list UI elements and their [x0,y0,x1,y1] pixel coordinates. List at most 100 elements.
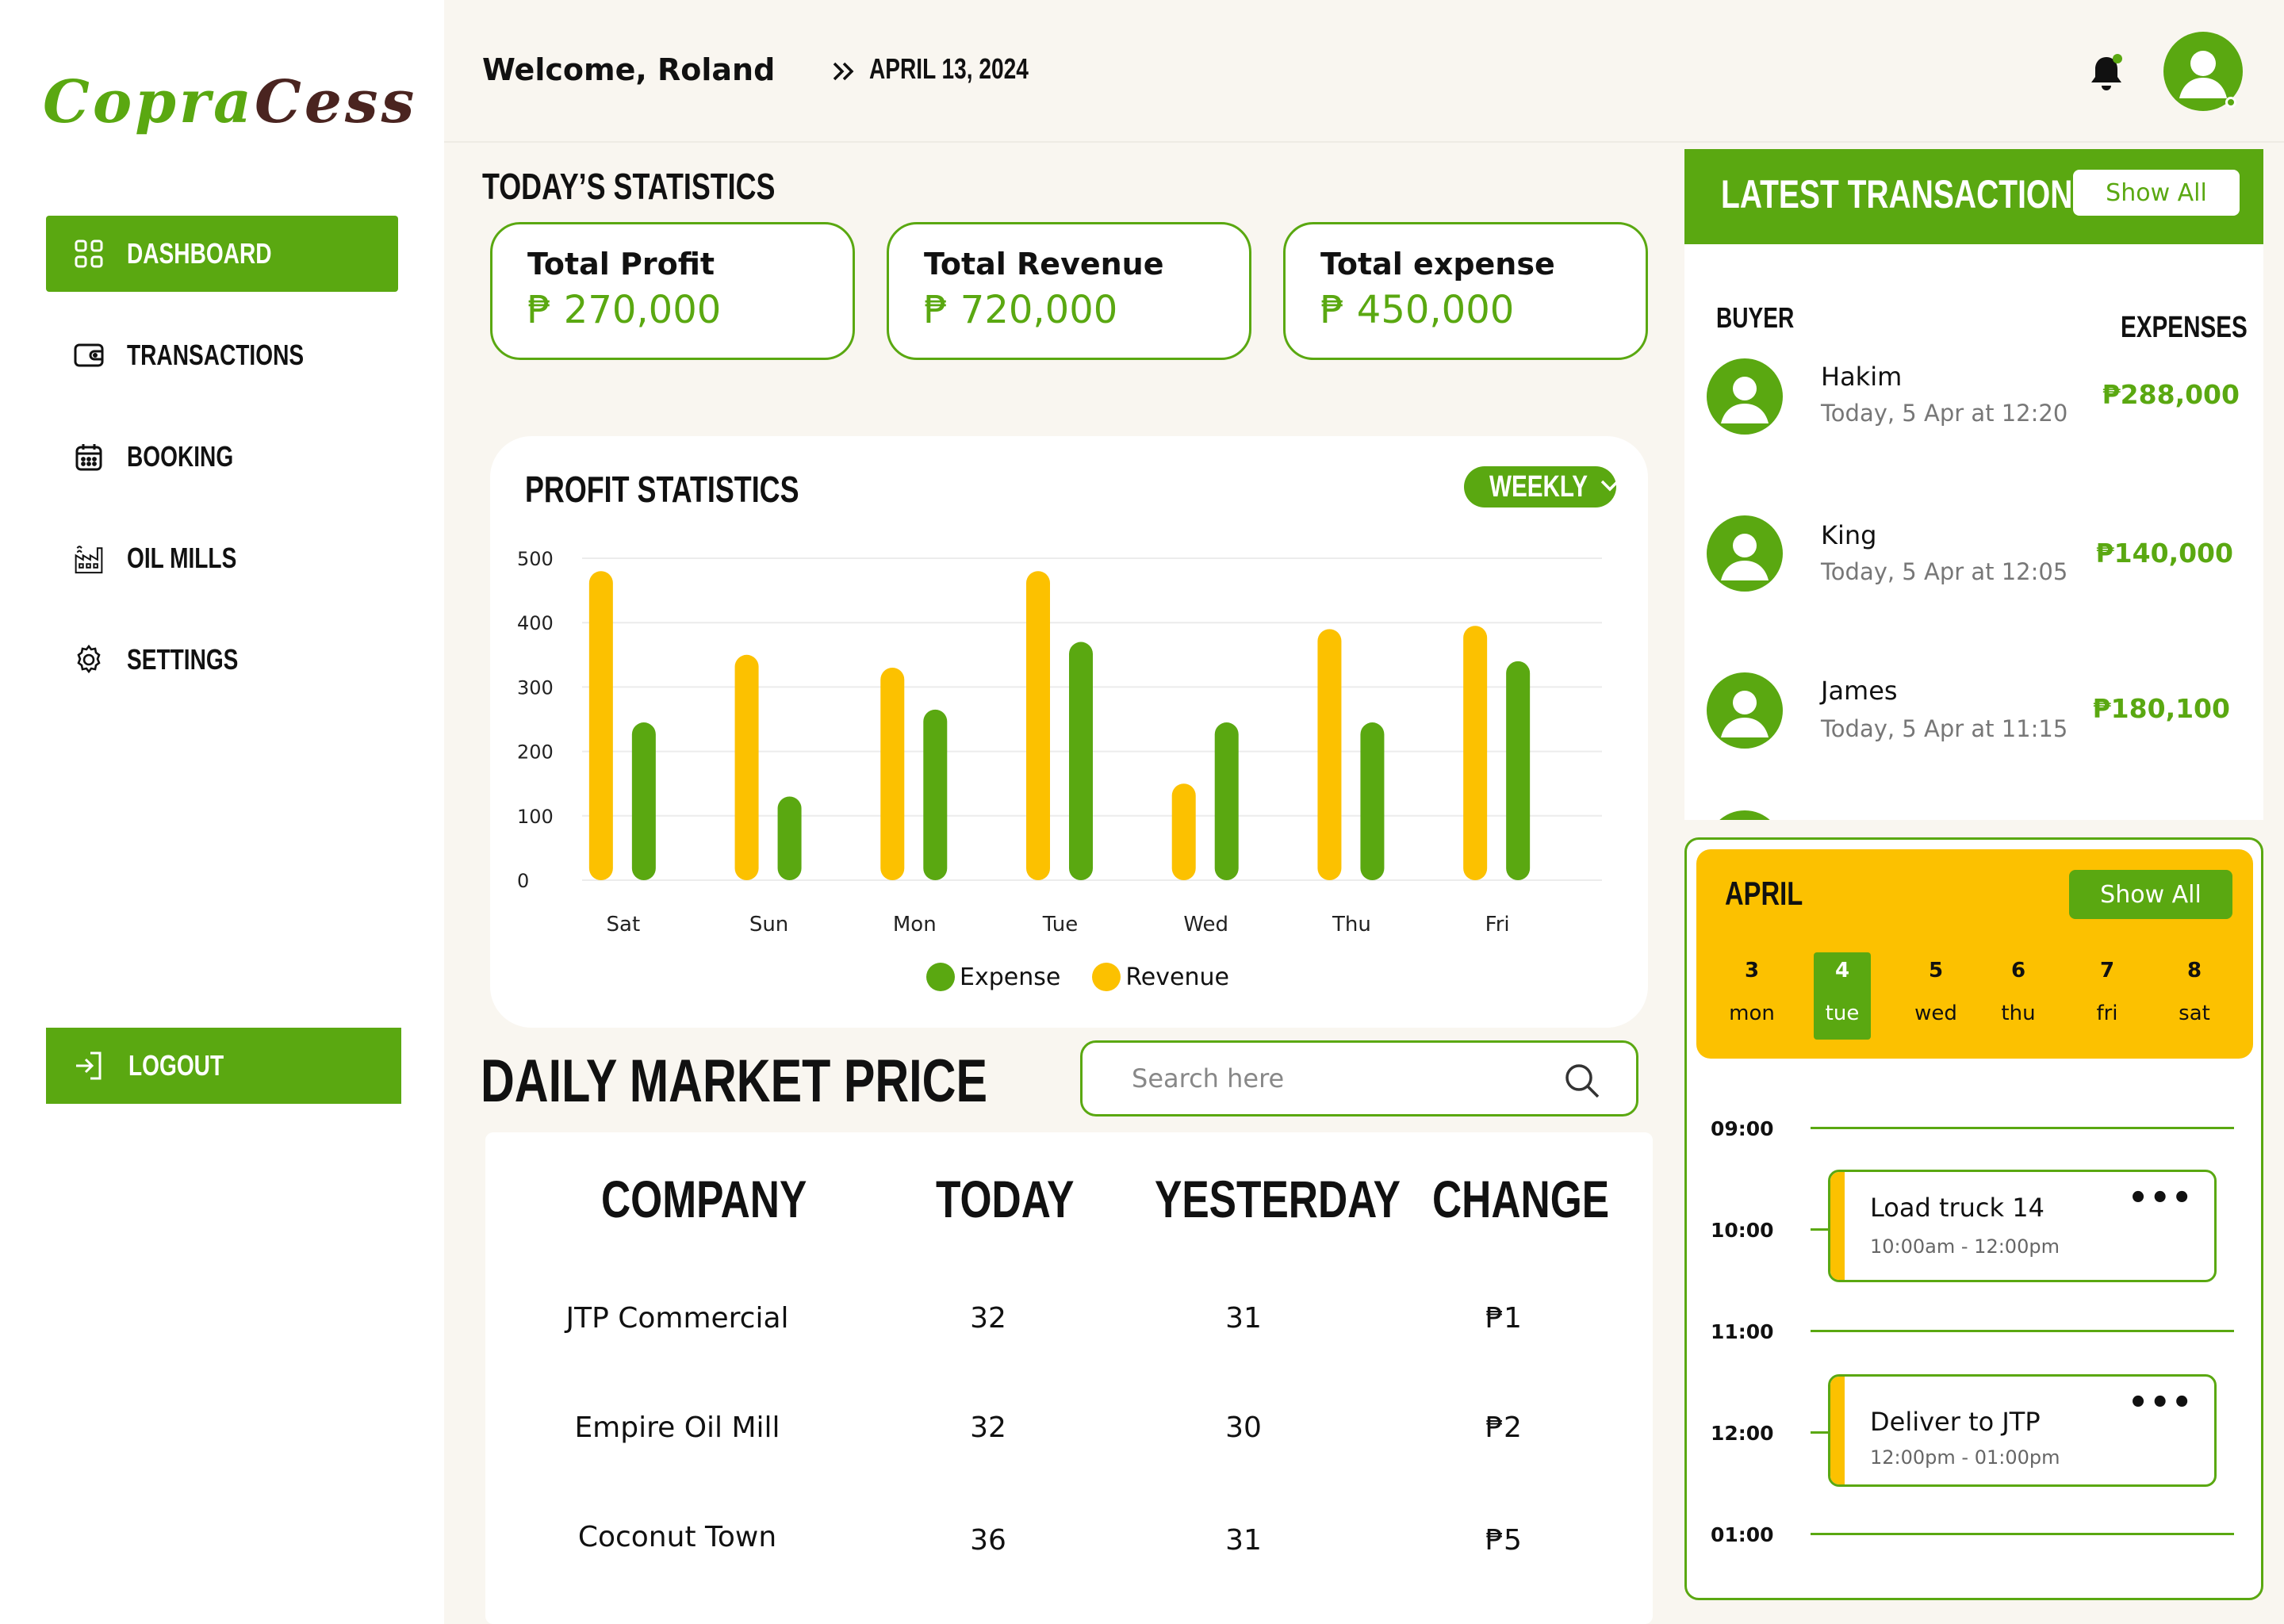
y-tick-label: 300 [517,676,554,699]
cell-change: ₱2 [1485,1411,1522,1444]
calendar-show-all-button[interactable]: Show All [2069,870,2232,919]
transaction-amount: ₱288,000 [2102,379,2240,410]
stat-card-profit: Total Profit ₱ 270,000 [490,222,855,360]
sidebar-item-dashboard[interactable]: DASHBOARD [46,216,398,292]
gear-icon [73,644,105,676]
stat-card-expense: Total expense ₱ 450,000 [1283,222,1648,360]
transaction-time: Today, 5 Apr at 12:05 [1821,558,2068,585]
logout-icon [73,1050,105,1082]
sidebar-item-label: OIL MILLS [127,542,237,574]
buyer-avatar [1707,515,1783,592]
y-tick-label: 0 [517,870,529,892]
cell-today: 36 [970,1524,1006,1557]
bar-chart: 0 100 200 300 400 500 Sat Sun Mon Tue Wed Thu Fri [517,548,1602,936]
y-tick-label: 200 [517,741,554,764]
bar-expense [923,709,948,880]
cell-today: 32 [970,1302,1006,1335]
app-logo[interactable]: CopraCess [43,68,417,136]
timeline-time: 09:00 [1711,1117,1774,1140]
cell-yesterday: 30 [1225,1411,1262,1444]
bar-expense [631,722,656,880]
notification-bell-icon[interactable] [2087,52,2125,94]
legend-swatch [926,963,955,991]
buyer-name: Hakim [1821,362,1903,392]
day-weekday: wed [1914,1002,1957,1025]
schedule-event[interactable]: Load truck 14 10:00am - 12:00pm ••• [1828,1170,2217,1282]
calendar-header: APRIL Show All 3 mon 4 tue 5 wed 6 thu 7… [1696,849,2253,1059]
calendar-icon [73,441,105,473]
cell-company: Coconut Town [577,1521,777,1553]
logout-button[interactable]: LOGOUT [46,1028,401,1104]
logo-part-1: Copra [43,68,255,136]
market-price-table: COMPANY TODAY YESTERDAY CHANGE JTP Comme… [485,1132,1653,1624]
legend-item-expense: Expense [926,963,1060,991]
transaction-time: Today, 5 Apr at 11:15 [1821,715,2068,742]
transaction-amount: ₱140,000 [2095,538,2233,569]
sidebar-item-transactions[interactable]: TRANSACTIONS [46,317,398,393]
stat-card-revenue: Total Revenue ₱ 720,000 [887,222,1251,360]
timeline-time: 10:00 [1711,1219,1774,1242]
event-time: 12:00pm - 01:00pm [1870,1446,2060,1469]
calendar-day-selected[interactable]: 4 tue [1814,952,1871,1040]
bar-revenue [1317,629,1342,880]
timeline-line [1811,1533,2234,1535]
day-weekday: tue [1825,1002,1860,1025]
calendar-day[interactable]: 5 wed [1907,952,1964,1040]
wallet-icon [73,339,105,371]
bar-revenue [1463,626,1488,880]
more-options-icon[interactable]: ••• [2128,1385,2194,1421]
event-time: 10:00am - 12:00pm [1870,1235,2060,1258]
day-weekday: fri [2096,1002,2118,1025]
buyer-avatar [1707,672,1783,749]
sidebar-item-label: BOOKING [127,440,234,473]
column-header-change: CHANGE [1432,1170,1610,1228]
column-header-company: COMPANY [601,1170,807,1228]
transaction-time: Today, 5 Apr at 12:20 [1821,400,2068,427]
schedule-event[interactable]: Deliver to JTP 12:00pm - 01:00pm ••• [1828,1374,2217,1487]
double-chevron-right-icon [830,57,858,86]
search-input[interactable] [1132,1063,1544,1094]
stat-label: Total Revenue [924,247,1164,282]
sidebar-item-booking[interactable]: BOOKING [46,419,398,495]
timeline-time: 01:00 [1711,1523,1774,1546]
bar-expense [1506,661,1531,880]
bar-expense [1360,722,1385,880]
latest-transaction-panel: LATEST TRANSACTION Show All BUYER EXPENS… [1684,149,2263,820]
bar-revenue [880,668,905,880]
bar-revenue [1026,571,1050,880]
calendar-day[interactable]: 3 mon [1723,952,1780,1040]
latest-transaction-header: LATEST TRANSACTION Show All [1684,149,2263,244]
day-number: 7 [2099,959,2115,982]
cell-yesterday: 31 [1225,1524,1262,1557]
day-weekday: mon [1729,1002,1775,1025]
stat-label: Total expense [1320,247,1555,282]
buyer-name: King [1821,520,1877,550]
calendar-day[interactable]: 6 thu [1990,952,2047,1040]
stat-value: ₱ 270,000 [527,288,722,332]
search-box[interactable] [1080,1040,1638,1116]
buyer-name: James [1821,676,1898,706]
search-icon[interactable] [1563,1062,1601,1100]
online-status-dot [2225,97,2236,108]
sidebar: CopraCess DASHBOARD TRANSACTIONS BOOKING… [0,0,444,1624]
x-tick-label: Fri [1485,913,1510,936]
stat-label: Total Profit [527,247,715,282]
stat-value: ₱ 450,000 [1320,288,1515,332]
timeline-time: 12:00 [1711,1422,1774,1445]
day-number: 4 [1834,959,1850,982]
day-weekday: thu [2001,1002,2036,1025]
sidebar-item-settings[interactable]: SETTINGS [46,622,398,698]
sidebar-item-oil-mills[interactable]: OIL MILLS [46,520,398,596]
transactions-show-all-button[interactable]: Show All [2073,170,2240,216]
y-tick-label: 500 [517,548,554,570]
more-options-icon[interactable]: ••• [2128,1180,2194,1216]
sidebar-item-label: DASHBOARD [127,237,272,270]
calendar-day[interactable]: 8 sat [2166,952,2223,1040]
y-tick-label: 400 [517,612,554,634]
cell-change: ₱1 [1485,1302,1522,1335]
cell-company: Empire Oil Mill [574,1411,780,1444]
event-accent-bar [1830,1172,1845,1280]
calendar-day[interactable]: 7 fri [2079,952,2136,1040]
header-divider [444,141,2284,143]
stats-title: TODAY’S STATISTICS [482,166,776,207]
